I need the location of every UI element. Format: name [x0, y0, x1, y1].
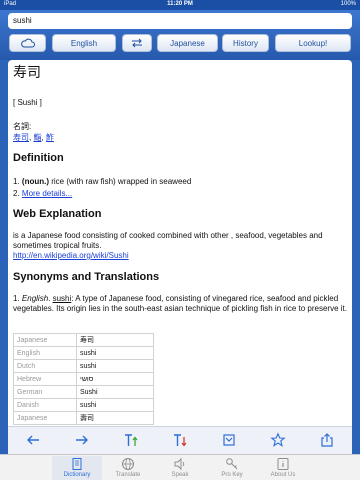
- translation-word: sushi: [76, 346, 154, 360]
- synonym-entry: 1. English. sushi: A type of Japanese fo…: [13, 294, 347, 313]
- more-details-link[interactable]: More details...: [22, 189, 72, 198]
- clock: 11:20 PM: [167, 1, 193, 7]
- definition-item: 1. (noun.) rice (with raw fish) wrapped …: [13, 177, 347, 187]
- translation-language: Danish: [13, 398, 77, 412]
- source-language-button[interactable]: English: [52, 34, 116, 52]
- tab-label: Pro Key: [221, 472, 243, 478]
- synonyms-heading: Synonyms and Translations: [13, 271, 160, 283]
- tab-pro-key[interactable]: Pro Key: [207, 456, 257, 480]
- translation-row: English sushi: [13, 346, 154, 360]
- translation-language: Hebrew: [13, 372, 77, 386]
- translation-word: 寿司: [76, 333, 154, 347]
- tab-label: Dictionary: [63, 472, 91, 478]
- reading: [ Sushi ]: [13, 98, 42, 107]
- tab-about-us[interactable]: About Us: [258, 456, 308, 480]
- tab-label: Translate: [115, 472, 141, 478]
- top-bar: sushi English Japanese History Lookup!: [0, 10, 360, 60]
- globe-icon: [122, 458, 134, 470]
- translation-language: Japanese: [13, 411, 77, 425]
- entry-content: 寿司 [ Sushi ] 名詞: 寿司, 鮨, 鮓 Definition 1. …: [8, 60, 352, 426]
- text-larger-icon[interactable]: [123, 432, 139, 448]
- definition-item: 2. More details...: [13, 189, 347, 199]
- translation-row: Japanese 壽司: [13, 411, 154, 425]
- history-button[interactable]: History: [222, 34, 269, 52]
- favorite-star-icon[interactable]: [270, 432, 286, 448]
- bottom-toolbar: [8, 426, 352, 454]
- translation-language: Japanese: [13, 333, 77, 347]
- part-of-speech-label: 名詞:: [13, 122, 32, 131]
- translation-language: German: [13, 385, 77, 399]
- forward-arrow-icon[interactable]: [74, 432, 90, 448]
- word-forms: 寿司, 鮨, 鮓: [13, 133, 54, 142]
- translation-language: Dutch: [13, 359, 77, 373]
- translation-word: sushi: [76, 359, 154, 373]
- translation-row: Hebrew סושי: [13, 372, 154, 386]
- form-link[interactable]: 寿司: [13, 133, 29, 142]
- definition-heading: Definition: [13, 152, 64, 164]
- tab-translate[interactable]: Translate: [103, 456, 153, 480]
- cloud-icon: [20, 38, 35, 48]
- tab-label: About Us: [270, 472, 296, 478]
- translation-row: German Sushi: [13, 385, 154, 399]
- translation-word: Sushi: [76, 385, 154, 399]
- swap-languages-button[interactable]: [122, 34, 152, 52]
- text-smaller-icon[interactable]: [172, 432, 188, 448]
- web-explanation-text: is a Japanese food consisting of cooked …: [13, 231, 323, 250]
- back-arrow-icon[interactable]: [25, 432, 41, 448]
- speaker-icon: [174, 457, 185, 471]
- lookup-button[interactable]: Lookup!: [275, 34, 351, 52]
- definition-number: 1.: [13, 177, 20, 186]
- web-explanation-heading: Web Explanation: [13, 208, 102, 220]
- wikipedia-link[interactable]: http://en.wikipedia.org/wiki/Sushi: [13, 251, 129, 260]
- tab-bar: Dictionary Translate Speak Pro Key About…: [0, 454, 360, 480]
- synonym-language: English: [21, 294, 49, 303]
- headword: 寿司: [13, 65, 41, 81]
- translation-word: 壽司: [76, 411, 154, 425]
- target-language-button[interactable]: Japanese: [157, 34, 218, 52]
- synonym-number: 1.: [13, 294, 20, 303]
- key-icon: [226, 458, 238, 470]
- translation-row: Dutch sushi: [13, 359, 154, 373]
- form-link[interactable]: 鮓: [46, 133, 54, 142]
- battery-indicator: 100%: [340, 1, 356, 7]
- swap-icon: [132, 38, 142, 48]
- tab-dictionary[interactable]: Dictionary: [52, 456, 102, 480]
- definition-text: rice (with raw fish) wrapped in seaweed: [49, 177, 192, 186]
- book-icon: [72, 458, 82, 470]
- definition-number: 2.: [13, 189, 20, 198]
- translation-language: English: [13, 346, 77, 360]
- tab-speak[interactable]: Speak: [155, 456, 205, 480]
- definition-pos: (noun.): [21, 177, 50, 186]
- translations-table: Japanese 寿司 English sushi Dutch sushi Hebrew סו…: [13, 333, 154, 425]
- wikipedia-link-row: http://en.wikipedia.org/wiki/Sushi: [13, 251, 347, 261]
- translation-row: Danish sushi: [13, 398, 154, 412]
- search-input[interactable]: sushi: [8, 13, 352, 29]
- save-icon[interactable]: [221, 432, 237, 448]
- info-icon: [277, 458, 289, 470]
- tab-label: Speak: [171, 472, 189, 478]
- share-icon[interactable]: [319, 432, 335, 448]
- status-bar: iPad 11:20 PM 100%: [0, 0, 360, 10]
- translation-word: סושי: [76, 372, 154, 386]
- translation-word: sushi: [76, 398, 154, 412]
- translation-row: Japanese 寿司: [13, 333, 154, 347]
- synonym-word[interactable]: sushi: [53, 294, 72, 303]
- cloud-button[interactable]: [9, 34, 46, 52]
